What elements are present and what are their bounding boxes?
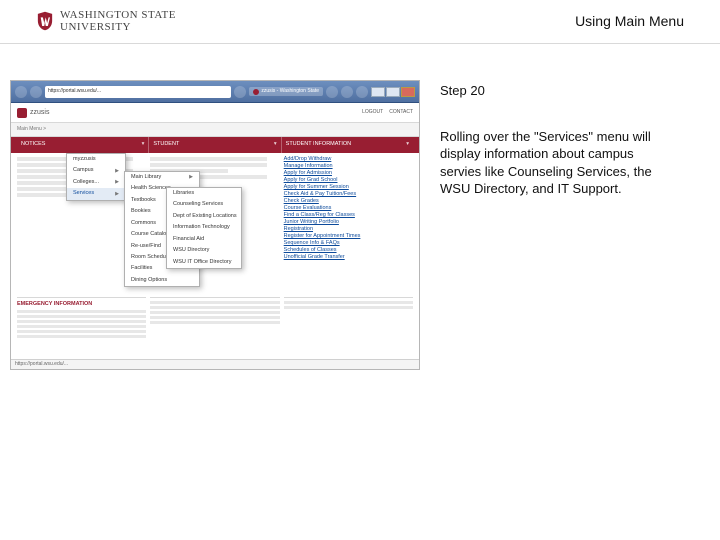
- home-button[interactable]: [326, 86, 338, 98]
- arrow-right-icon: ▶: [189, 174, 193, 181]
- favicon-icon: [253, 89, 259, 95]
- menu-notices[interactable]: NOTICES ▾: [17, 137, 149, 153]
- dropdown-level1: myzzusis Campus▶ Colleges...▶ Services▶: [66, 153, 126, 201]
- dd2-item[interactable]: Dining Options: [125, 275, 199, 286]
- shield-icon: [36, 11, 54, 31]
- chevron-down-icon: ▾: [406, 141, 409, 148]
- brand-icon: [17, 108, 27, 118]
- logo-text: WASHINGTON STATE UNIVERSITY: [60, 9, 183, 33]
- url-text: https://portal.wsu.edu/...: [48, 88, 101, 95]
- student-info-links: Add/Drop Withdraw Manage Information App…: [284, 157, 413, 289]
- url-bar[interactable]: https://portal.wsu.edu/...: [45, 86, 231, 98]
- logo-line1: WASHINGTON STATE: [60, 9, 176, 21]
- menu-studentinfo[interactable]: STUDENT INFORMATION ▾: [282, 137, 413, 153]
- link-row[interactable]: Apply for Summer Session: [284, 185, 413, 190]
- logout-link[interactable]: LOGOUT: [362, 109, 383, 116]
- browser-chrome: https://portal.wsu.edu/... zzusis - Wash…: [11, 81, 419, 103]
- menu-bar: NOTICES ▾ STUDENT ▾ STUDENT INFORMATION …: [11, 137, 419, 153]
- breadcrumb: Main Menu >: [11, 123, 419, 137]
- link-row[interactable]: Schedules of Classes: [284, 248, 413, 253]
- caption-column: Step 20 Rolling over the "Services" menu…: [440, 80, 668, 198]
- link-row[interactable]: Add/Drop Withdraw: [284, 157, 413, 162]
- emergency-title: EMERGENCY INFORMATION: [17, 301, 146, 308]
- link-row[interactable]: Apply for Admission: [284, 171, 413, 176]
- tab-label: zzusis - Washington State: [261, 88, 319, 95]
- link-row[interactable]: Sequence Info & FAQs: [284, 241, 413, 246]
- back-button[interactable]: [15, 86, 27, 98]
- arrow-right-icon: ▶: [115, 168, 119, 175]
- brand-text: zzusis: [30, 108, 49, 117]
- dd3-item[interactable]: Counseling Services: [167, 199, 241, 210]
- window-buttons: [371, 87, 415, 97]
- link-row[interactable]: Registration: [284, 227, 413, 232]
- close-button[interactable]: [401, 87, 415, 97]
- menu-student[interactable]: STUDENT ▾: [149, 137, 281, 153]
- link-row[interactable]: Check Grades: [284, 199, 413, 204]
- maximize-button[interactable]: [386, 87, 400, 97]
- dd1-item[interactable]: Colleges...▶: [67, 177, 125, 188]
- logo-line2: UNIVERSITY: [60, 21, 131, 33]
- browser-status-bar: https://portal.wsu.edu/...: [11, 359, 419, 369]
- arrow-right-icon: ▶: [115, 191, 119, 198]
- dd3-item[interactable]: WSU IT Office Directory: [167, 257, 241, 268]
- settings-button[interactable]: [356, 86, 368, 98]
- link-row[interactable]: Course Evaluations: [284, 206, 413, 211]
- browser-tab[interactable]: zzusis - Washington State: [249, 87, 323, 96]
- wsu-logo: WASHINGTON STATE UNIVERSITY: [36, 9, 183, 33]
- dd3-item[interactable]: WSU Directory: [167, 245, 241, 256]
- link-row[interactable]: Register for Appointment Times: [284, 234, 413, 239]
- dd2-item[interactable]: Main Library▶: [125, 172, 199, 183]
- contact-link[interactable]: CONTACT: [389, 109, 413, 116]
- link-row[interactable]: Unofficial Grade Transfer: [284, 255, 413, 260]
- chevron-down-icon: ▾: [142, 141, 145, 148]
- chevron-down-icon: ▾: [274, 141, 277, 148]
- status-text: https://portal.wsu.edu/...: [15, 361, 68, 368]
- step-label: Step 20: [440, 82, 668, 100]
- dd1-item[interactable]: Campus▶: [67, 165, 125, 176]
- dd1-item-services[interactable]: Services▶: [67, 188, 125, 199]
- breadcrumb-text[interactable]: Main Menu >: [17, 126, 46, 133]
- link-row[interactable]: Apply for Grad School: [284, 178, 413, 183]
- link-row[interactable]: Check Aid & Pay Tuition/Fees: [284, 192, 413, 197]
- favorites-button[interactable]: [341, 86, 353, 98]
- site-header: zzusis LOGOUT CONTACT: [11, 103, 419, 123]
- dd3-item[interactable]: Dept of Existing Locations: [167, 211, 241, 222]
- link-row[interactable]: Manage Information: [284, 164, 413, 169]
- dd3-item[interactable]: Financial Aid: [167, 234, 241, 245]
- link-row[interactable]: Find a Class/Reg for Classes: [284, 213, 413, 218]
- embedded-screenshot: https://portal.wsu.edu/... zzusis - Wash…: [10, 80, 420, 370]
- page-title: Using Main Menu: [575, 13, 684, 29]
- dd1-item[interactable]: myzzusis: [67, 154, 125, 165]
- forward-button[interactable]: [30, 86, 42, 98]
- lower-panels: EMERGENCY INFORMATION: [17, 297, 413, 355]
- link-row[interactable]: Junior Writing Portfolio: [284, 220, 413, 225]
- dd3-item[interactable]: Libraries: [167, 188, 241, 199]
- reload-button[interactable]: [234, 86, 246, 98]
- arrow-right-icon: ▶: [115, 179, 119, 186]
- dd3-item[interactable]: Information Technology: [167, 222, 241, 233]
- caption-paragraph: Rolling over the "Services" menu will di…: [440, 128, 668, 198]
- dropdown-level3: Libraries Counseling Services Dept of Ex…: [166, 187, 242, 269]
- minimize-button[interactable]: [371, 87, 385, 97]
